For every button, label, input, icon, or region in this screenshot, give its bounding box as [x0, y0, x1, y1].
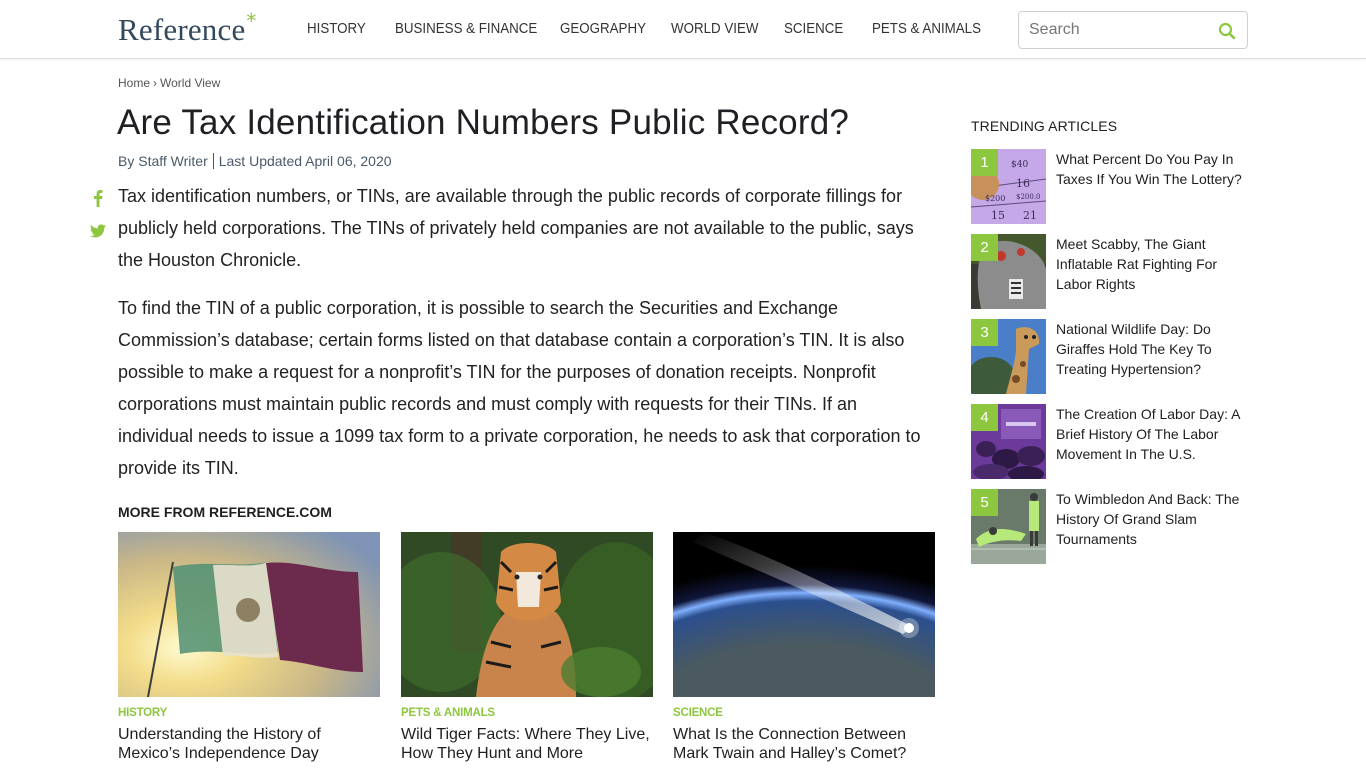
trending-title[interactable]: Meet Scabby, The Giant Inflatable Rat Fi… — [1056, 234, 1248, 294]
trending-title[interactable]: National Wildlife Day: Do Giraffes Hold … — [1056, 319, 1248, 379]
trending-heading: TRENDING ARTICLES — [971, 118, 1118, 134]
site-logo[interactable]: Reference* — [118, 9, 257, 50]
card-category[interactable]: SCIENCE — [673, 707, 935, 719]
search-icon[interactable] — [1218, 22, 1236, 40]
svg-text:16: 16 — [1016, 177, 1030, 190]
card-title[interactable]: Wild Tiger Facts: Where They Live, How T… — [401, 725, 653, 763]
card-category[interactable]: PETS & ANIMALS — [401, 707, 653, 719]
more-card[interactable]: SCIENCE What Is the Connection Between M… — [673, 532, 935, 763]
byline: By Staff Writer Last Updated April 06, 20… — [118, 153, 392, 169]
trending-item[interactable]: 3 National Wildlife Day: Do Giraffes Hol… — [971, 319, 1248, 394]
tiger-image[interactable] — [401, 532, 653, 697]
svg-text:$40: $40 — [1011, 160, 1028, 170]
search-input[interactable] — [1029, 19, 1209, 41]
article-paragraph: To find the TIN of a public corporation,… — [118, 298, 921, 478]
svg-text:21: 21 — [1023, 209, 1037, 222]
breadcrumb-separator: › — [153, 76, 158, 90]
trending-rank-badge: 3 — [971, 319, 998, 346]
last-updated: Last Updated April 06, 2020 — [218, 153, 392, 169]
nav-pets-animals[interactable]: PETS & ANIMALS — [872, 21, 981, 37]
logo-text: Reference — [118, 12, 246, 47]
trending-title[interactable]: To Wimbledon And Back: The History Of Gr… — [1056, 489, 1248, 549]
card-category[interactable]: HISTORY — [118, 707, 380, 719]
nav-world-view[interactable]: WORLD VIEW — [671, 21, 758, 37]
comet-image[interactable] — [673, 532, 935, 697]
trending-item[interactable]: 4 The Creation Of Labor Day: A Brief His… — [971, 404, 1248, 479]
trending-item[interactable]: $40 16 $200 $200.0 15 21 1 What Percent … — [971, 149, 1248, 224]
trending-rank-badge: 1 — [971, 149, 998, 176]
trending-title[interactable]: What Percent Do You Pay In Taxes If You … — [1056, 149, 1248, 189]
twitter-icon[interactable] — [90, 223, 106, 239]
site-header: Reference* HISTORY BUSINESS & FINANCE GE… — [0, 0, 1366, 59]
byline-divider — [212, 153, 214, 169]
trending-title[interactable]: The Creation Of Labor Day: A Brief Histo… — [1056, 404, 1248, 464]
trending-rank-badge: 4 — [971, 404, 998, 431]
mexican-flag-image[interactable] — [118, 532, 380, 697]
svg-text:$200: $200 — [985, 194, 1005, 203]
more-card[interactable]: HISTORY Understanding the History of Mex… — [118, 532, 380, 763]
more-from-heading: MORE FROM REFERENCE.COM — [118, 504, 332, 520]
nav-history[interactable]: HISTORY — [307, 21, 366, 37]
nav-science[interactable]: SCIENCE — [784, 21, 843, 37]
nav-geography[interactable]: GEOGRAPHY — [560, 21, 646, 37]
trending-item[interactable]: 5 To Wimbledon And Back: The History Of … — [971, 489, 1248, 564]
facebook-icon[interactable] — [90, 189, 106, 207]
article-title: Are Tax Identification Numbers Public Re… — [117, 103, 850, 142]
breadcrumb-world-view[interactable]: World View — [160, 76, 220, 90]
nav-business-finance[interactable]: BUSINESS & FINANCE — [395, 21, 537, 37]
author[interactable]: By Staff Writer — [118, 153, 208, 169]
breadcrumb-home[interactable]: Home — [118, 76, 150, 90]
breadcrumb: Home › World View — [118, 76, 220, 90]
main-nav: HISTORY BUSINESS & FINANCE GEOGRAPHY WOR… — [307, 21, 1011, 37]
card-title[interactable]: Understanding the History of Mexico’s In… — [118, 725, 380, 763]
more-card[interactable]: PETS & ANIMALS Wild Tiger Facts: Where T… — [401, 532, 653, 763]
article-body: Tax identification numbers, or TINs, are… — [118, 180, 933, 500]
logo-asterisk-icon: * — [246, 9, 257, 33]
article-paragraph: Tax identification numbers, or TINs, are… — [118, 186, 914, 270]
trending-rank-badge: 5 — [971, 489, 998, 516]
trending-item[interactable]: 2 Meet Scabby, The Giant Inflatable Rat … — [971, 234, 1248, 309]
search-box — [1018, 11, 1248, 49]
card-title[interactable]: What Is the Connection Between Mark Twai… — [673, 725, 935, 763]
svg-text:15: 15 — [991, 209, 1005, 222]
svg-text:$200.0: $200.0 — [1016, 193, 1041, 201]
trending-rank-badge: 2 — [971, 234, 998, 261]
